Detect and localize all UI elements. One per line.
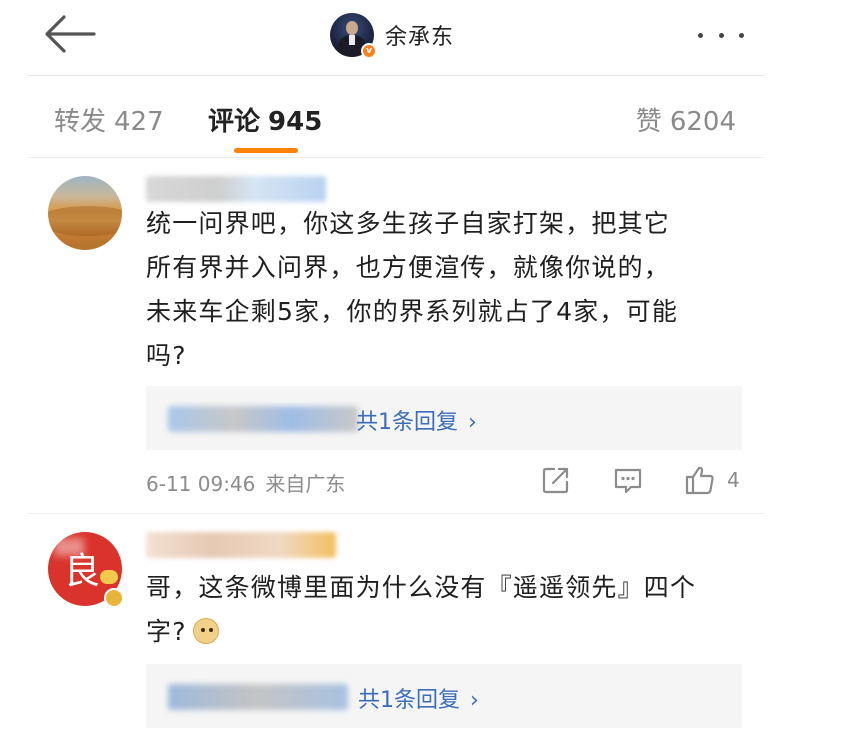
commenter-name-blurred[interactable] [146, 176, 326, 202]
like-button[interactable] [684, 464, 716, 496]
commenter-level-badge [100, 570, 118, 584]
chevron-right-icon: › [468, 410, 477, 435]
tab-label: 赞 [635, 107, 662, 137]
more-dot [698, 32, 703, 38]
author-avatar[interactable]: v [330, 13, 377, 59]
comment-line-text: 字? [146, 617, 187, 646]
comment-line: 所有界并入问界，也方便渲传，就像你说的， [146, 253, 671, 282]
comment-line: 统一问界吧，你这多生孩子自家打架，把其它 [146, 209, 671, 238]
thumbs-up-icon [685, 466, 714, 495]
comment-line: 未来车企剩5家，你的界系列就占了4家，可能 [146, 297, 679, 326]
top-bar: v 余承东 [28, 0, 764, 76]
weibo-comments-page: v 余承东 转发 427 评论 945 赞 6204 统一问界吧，你这多生孩子自… [0, 0, 865, 729]
tab-label: 评论 [208, 107, 261, 137]
arrow-left-icon [45, 15, 96, 53]
tab-count: 945 [268, 107, 323, 137]
commenter-avatar[interactable] [48, 176, 122, 250]
tab-label: 转发 [54, 107, 107, 137]
view-replies-link[interactable]: 共1条回复 › [358, 682, 479, 714]
avatar-seal-glyph: 良 [63, 551, 100, 592]
tab-repost[interactable]: 转发 427 [54, 101, 164, 138]
tab-count: 6204 [669, 107, 736, 137]
view-replies-label: 共1条回复 [356, 410, 458, 435]
avatar-face [346, 21, 358, 35]
doge-emoji-icon [192, 618, 219, 644]
back-button[interactable] [42, 12, 96, 56]
tab-bar: 转发 427 评论 945 赞 6204 [28, 76, 764, 158]
like-count: 4 [727, 468, 740, 492]
author-name[interactable]: 余承东 [385, 19, 454, 51]
verified-badge-icon [104, 588, 124, 608]
comment-item: 良 哥，这条微博里面为什么没有『遥遥领先』四个 字? 共1条回复 › [28, 514, 764, 729]
reply-preview[interactable]: 共1条回复 › [146, 386, 742, 450]
tab-comment[interactable]: 评论 945 [208, 101, 865, 138]
comment-text: 统一问界吧，你这多生孩子自家打架，把其它 所有界并入问界，也方便渲传，就像你说的… [146, 202, 746, 378]
share-icon [542, 467, 569, 494]
comment-text: 哥，这条微博里面为什么没有『遥遥领先』四个 字? [146, 566, 746, 654]
commenter-name-blurred[interactable] [146, 532, 336, 558]
comment-line: 吗? [146, 341, 187, 370]
avatar-shirt [349, 35, 355, 45]
post-author[interactable]: v 余承东 [330, 11, 454, 59]
content-column: v 余承东 转发 427 评论 945 赞 6204 统一问界吧，你这多生孩子自… [28, 0, 764, 729]
comment-line: 哥，这条微博里面为什么没有『遥遥领先』四个 [146, 573, 697, 602]
view-replies-link[interactable]: 共1条回复 › [356, 404, 477, 436]
chevron-right-icon: › [470, 688, 479, 713]
comment-location: 来自广东 [265, 472, 346, 496]
more-button[interactable] [698, 22, 744, 48]
comment-meta: 6-11 09:46 来自广东 [146, 468, 345, 497]
view-replies-label: 共1条回复 [358, 688, 460, 713]
comment-line: 字? [146, 610, 746, 654]
more-dot [739, 32, 744, 38]
tab-count: 427 [114, 107, 164, 137]
verified-badge-icon: v [361, 43, 377, 59]
share-button[interactable] [540, 464, 572, 496]
active-tab-indicator [234, 148, 298, 153]
reply-preview-blurred [168, 684, 348, 710]
comment-icon [614, 468, 642, 494]
comment-timestamp: 6-11 09:46 [146, 472, 256, 496]
reply-preview-blurred [168, 406, 358, 432]
comment-item: 统一问界吧，你这多生孩子自家打架，把其它 所有界并入问界，也方便渲传，就像你说的… [28, 158, 764, 514]
avatar-desert-dune [48, 206, 122, 236]
reply-preview[interactable]: 共1条回复 › [146, 664, 742, 728]
tab-like[interactable]: 赞 6204 [636, 101, 736, 138]
reply-button[interactable] [612, 464, 644, 496]
more-dot [718, 32, 724, 38]
